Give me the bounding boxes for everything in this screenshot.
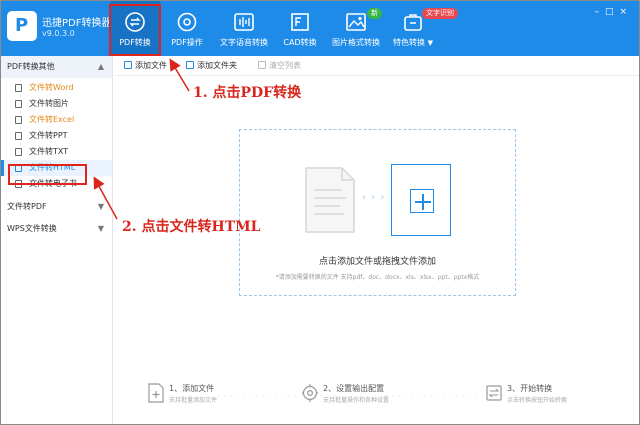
add-file-icon: [124, 61, 132, 69]
add-file-button[interactable]: 添加文件: [124, 60, 167, 71]
drop-zone-hint: *请添加需要转换的文件 支持pdf、doc、docx、xls、xlsx、ppt、…: [275, 274, 480, 281]
chevron-down-icon: ▼: [97, 224, 104, 233]
cad-icon: [291, 13, 309, 31]
sidebar-item-to-ppt[interactable]: 文件转PPT: [1, 128, 112, 144]
group-label: PDF转换其他: [7, 62, 55, 71]
sidebar-item-to-word[interactable]: 文件转Word: [1, 80, 112, 96]
annotation-step-1: 1. 点击PDF转换: [193, 85, 302, 101]
sidebar-item-label: 文件转Word: [29, 83, 74, 92]
chevron-down-icon[interactable]: ▼: [428, 39, 433, 47]
step-title: 3、开始转换: [507, 384, 553, 393]
add-file-target[interactable]: [391, 164, 451, 236]
step-title: 2、设置输出配置: [323, 384, 385, 393]
document-icon: [15, 84, 22, 92]
file-drop-zone[interactable]: › › › 点击添加文件或拖拽文件添加 *请添加需要转换的文件 支持pdf、do…: [239, 129, 516, 296]
annotation-highlight-html-item: [8, 164, 87, 185]
chevron-down-icon: ▼: [97, 202, 104, 211]
document-icon: [305, 167, 355, 233]
sidebar-item-label: 文件转TXT: [29, 147, 69, 156]
image-icon: [346, 13, 366, 31]
sidebar-item-label: 文件转PPT: [29, 131, 68, 140]
step-start-convert: 3、开始转换 点击转换按钮开始转换: [485, 381, 595, 407]
drop-zone-text: 点击添加文件或拖拽文件添加: [318, 257, 436, 267]
document-icon: [15, 116, 22, 124]
tab-label: 图片格式转换: [332, 38, 380, 47]
folder-icon: [186, 61, 194, 69]
document-icon: [15, 100, 22, 108]
tab-label: 特色转换 ▼: [389, 37, 437, 48]
tab-cad-convert[interactable]: CAD转换: [277, 1, 323, 56]
step-title: 1、添加文件: [169, 384, 215, 393]
sidebar: PDF转换其他 ▲ 文件转Word 文件转图片 文件转Excel 文件转PPT …: [1, 56, 113, 424]
app-version: v9.0.3.0: [42, 29, 75, 38]
document-icon: [15, 132, 22, 140]
app-name: 迅捷PDF转换器: [42, 18, 112, 29]
special-icon: [404, 14, 422, 31]
sidebar-item-label: 文件转Excel: [29, 115, 75, 124]
tab-label: CAD转换: [283, 38, 317, 47]
convert-icon: [486, 385, 502, 401]
document-icon: [15, 148, 22, 156]
step-subtitle: 点击转换按钮开始转换: [507, 397, 568, 404]
top-bar: P 迅捷PDF转换器 v9.0.3.0 PDF转换 PDF操作 文字语音转换 C…: [1, 1, 639, 56]
group-label: WPS文件转换: [7, 224, 57, 233]
plus-icon: [410, 189, 434, 213]
app-logo: P: [7, 11, 37, 41]
sidebar-item-to-txt[interactable]: 文件转TXT: [1, 144, 112, 160]
voice-icon: [234, 13, 254, 31]
sidebar-group-wps[interactable]: WPS文件转换 ▼: [1, 218, 112, 240]
app-window: P 迅捷PDF转换器 v9.0.3.0 PDF转换 PDF操作 文字语音转换 C…: [0, 0, 640, 425]
tab-label: 文字语音转换: [220, 38, 268, 47]
file-toolbar: 添加文件 添加文件夹 清空列表: [114, 56, 639, 76]
tab-pdf-ops[interactable]: PDF操作: [163, 1, 211, 56]
button-label: 添加文件夹: [197, 61, 237, 70]
button-label: 清空列表: [269, 61, 301, 70]
button-label: 添加文件: [135, 61, 167, 70]
add-file-icon: [148, 383, 164, 403]
arrow-right-icon: › › ›: [362, 192, 386, 203]
sidebar-group-to-pdf[interactable]: 文件转PDF ▼: [1, 196, 112, 218]
ocr-badge[interactable]: 文字识别: [422, 8, 458, 19]
sidebar-group-pdf-other[interactable]: PDF转换其他 ▲: [1, 56, 112, 78]
tab-text-voice[interactable]: 文字语音转换: [215, 1, 273, 56]
step-subtitle: 支持批量操作和各种设置: [323, 397, 390, 404]
trash-icon: [258, 61, 266, 69]
add-folder-button[interactable]: 添加文件夹: [186, 60, 237, 71]
logo-letter: P: [15, 15, 29, 36]
group-label: 文件转PDF: [7, 202, 47, 211]
annotation-highlight-pdf-tab: [109, 4, 161, 56]
sidebar-item-label: 文件转图片: [29, 99, 69, 108]
annotation-step-2: 2. 点击文件转HTML: [122, 219, 261, 235]
window-controls[interactable]: –□×: [594, 7, 633, 17]
tab-label-text: 特色转换: [393, 38, 426, 47]
clear-list-button[interactable]: 清空列表: [258, 60, 301, 71]
sidebar-item-to-image[interactable]: 文件转图片: [1, 96, 112, 112]
step-subtitle: 支持批量添加文件: [169, 397, 218, 404]
sidebar-item-to-excel[interactable]: 文件转Excel: [1, 112, 112, 128]
gear-icon: [302, 384, 318, 402]
tab-label: PDF操作: [171, 38, 203, 47]
chevron-up-icon: ▲: [97, 62, 104, 71]
new-badge: 新: [367, 8, 382, 19]
settings-icon: [177, 12, 197, 32]
